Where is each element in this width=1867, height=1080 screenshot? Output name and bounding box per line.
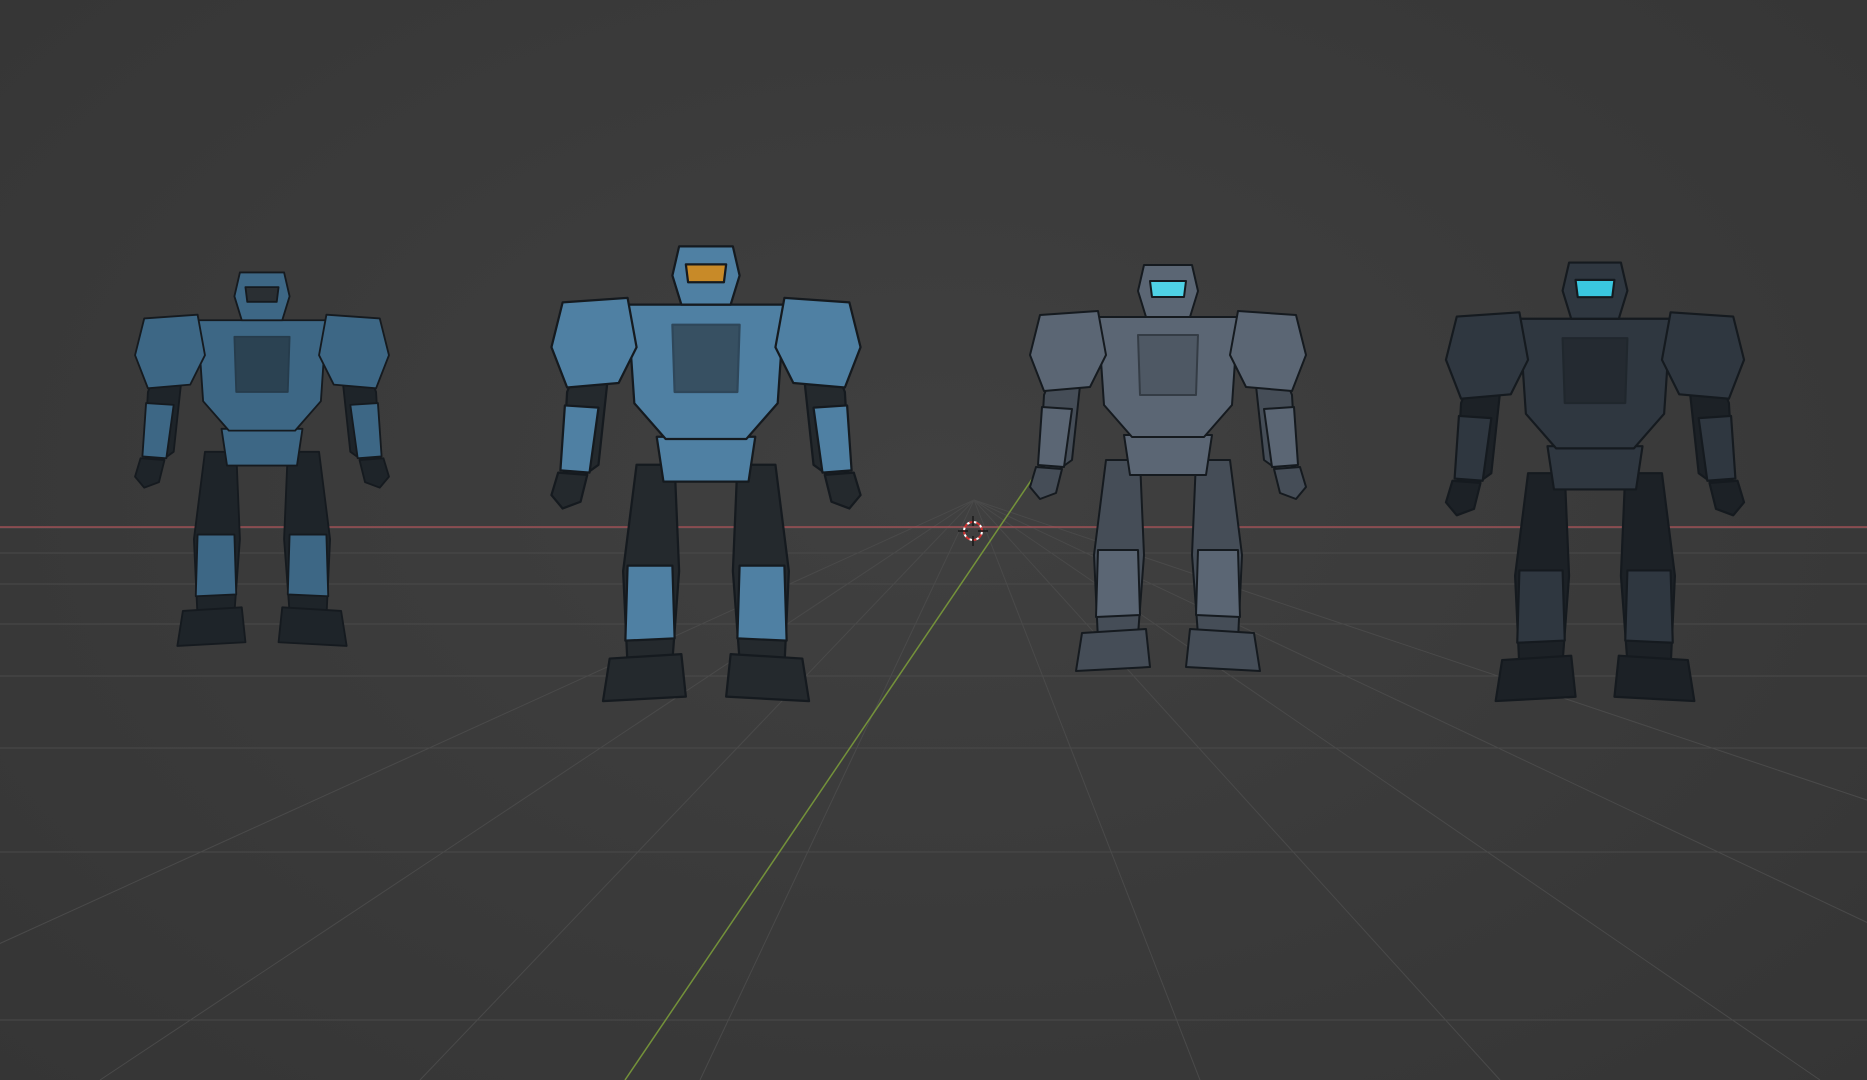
visor <box>684 263 728 284</box>
left-foot <box>601 652 687 703</box>
left-hand <box>550 471 589 510</box>
left-shin-plate <box>1516 569 1566 644</box>
right-shin-plate <box>1195 549 1241 618</box>
chest-plate <box>671 323 741 394</box>
left-shoulder <box>550 296 638 389</box>
pelvis <box>655 435 757 483</box>
left-foot <box>1494 654 1577 703</box>
right-hand <box>1708 479 1746 517</box>
right-foot <box>277 606 348 647</box>
left-hand <box>1444 479 1482 517</box>
right-hand <box>823 471 862 510</box>
y-axis-line <box>624 422 1071 1080</box>
right-shoulder <box>1660 311 1746 400</box>
left-shoulder <box>1444 311 1530 400</box>
pelvis <box>220 427 304 467</box>
robot-model-3[interactable] <box>1029 264 1307 672</box>
pelvis <box>1123 434 1213 476</box>
right-hand <box>358 457 390 489</box>
floor-grid <box>0 499 1867 1080</box>
chest-plate <box>233 335 291 393</box>
pelvis <box>1546 445 1644 491</box>
left-hand <box>1029 466 1063 500</box>
right-shin-plate <box>1624 569 1674 644</box>
right-shin-plate <box>736 564 788 642</box>
chest-plate <box>1561 337 1629 405</box>
left-shin-plate <box>1095 549 1141 618</box>
visor <box>244 286 280 303</box>
left-shin-plate <box>194 533 238 598</box>
left-hand <box>134 457 166 489</box>
left-shoulder <box>1029 310 1107 392</box>
chest-plate <box>1137 334 1199 396</box>
3d-viewport[interactable] <box>0 0 1867 1080</box>
right-foot <box>725 652 811 703</box>
left-foot <box>176 606 247 647</box>
left-shoulder <box>134 313 206 390</box>
right-hand <box>1273 466 1307 500</box>
right-shoulder <box>318 313 390 390</box>
left-shin-plate <box>624 564 676 642</box>
visor <box>1149 280 1187 298</box>
viewport-scene[interactable] <box>0 0 1867 1080</box>
right-foot <box>1613 654 1696 703</box>
right-shoulder <box>774 296 862 389</box>
right-shin-plate <box>286 533 330 598</box>
3d-cursor-icon[interactable] <box>958 516 988 546</box>
robot-model-1[interactable] <box>134 271 390 647</box>
visor <box>1574 278 1616 299</box>
robot-model-4[interactable] <box>1444 261 1746 703</box>
right-shoulder <box>1229 310 1307 392</box>
left-foot <box>1075 628 1151 672</box>
right-foot <box>1185 628 1261 672</box>
robot-model-2[interactable] <box>550 245 862 703</box>
